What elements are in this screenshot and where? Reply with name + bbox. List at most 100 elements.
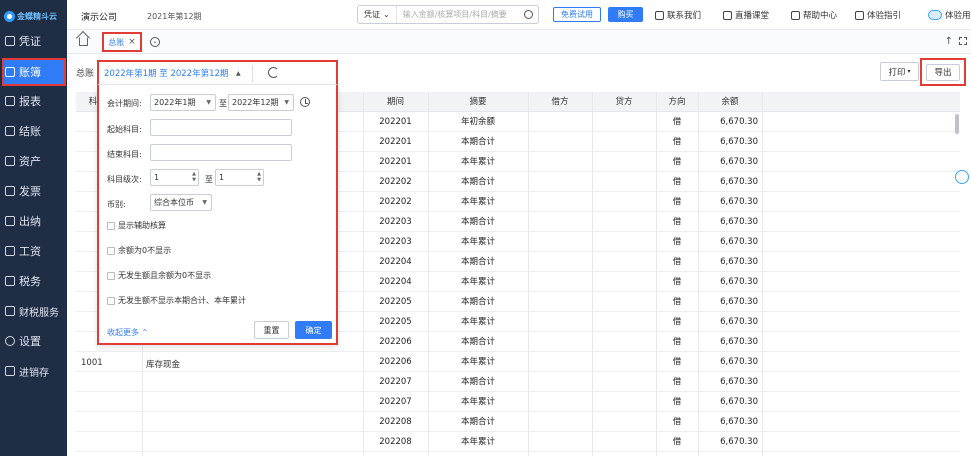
- search-category-select[interactable]: 凭证 ⌄: [358, 6, 397, 23]
- company-name[interactable]: 演示公司: [81, 10, 117, 23]
- cell-debit: [528, 432, 592, 452]
- end-subject-input[interactable]: [150, 144, 292, 161]
- column-divider: [762, 92, 763, 456]
- col-header-balance: 余额: [721, 97, 739, 107]
- currency-label: 币别:: [107, 200, 126, 209]
- checkbox[interactable]: [107, 246, 115, 255]
- close-icon[interactable]: ×: [128, 37, 136, 47]
- user-menu[interactable]: 体验用户⌄: [928, 9, 971, 21]
- sidebar-item-inventory[interactable]: 进销存: [3, 358, 65, 384]
- sidebar-item-payroll[interactable]: 工资: [3, 238, 65, 264]
- column-divider: [698, 92, 699, 456]
- sidebar-item-assets[interactable]: 资产: [3, 148, 65, 174]
- col-header-direction: 方向: [668, 97, 686, 107]
- stepper-arrows-icon[interactable]: ▲ ▼: [192, 171, 196, 183]
- sidebar-item-reports[interactable]: 报表: [3, 88, 65, 114]
- top-bar: 演示公司 2021年第12期 凭证 ⌄ 输入金额/核算项目/科目/摘要 免费试用 …: [67, 0, 971, 30]
- table-row[interactable]: 202206 本年累计 借 6,670.30: [76, 352, 960, 372]
- column-divider: [656, 92, 657, 456]
- cell-direction: 借: [672, 277, 682, 287]
- cell-summary: 本期合计: [460, 177, 495, 187]
- help-center-link[interactable]: 帮助中心: [791, 9, 837, 21]
- currency-select[interactable]: 综合本位币 ▼: [150, 194, 212, 211]
- cell-period: 202205: [379, 297, 412, 307]
- cell-debit: [528, 132, 592, 152]
- refresh-icon[interactable]: [268, 67, 279, 78]
- cell-period: 202204: [379, 257, 412, 267]
- sidebar-item-ledger[interactable]: 账簿: [2, 58, 66, 86]
- guide-link[interactable]: 体验指引: [855, 9, 901, 21]
- hide-totals-no-activity-checkbox[interactable]: 无发生额不显示本期合计、本年累计: [107, 295, 246, 306]
- checkbox[interactable]: [107, 296, 115, 305]
- level-from-stepper[interactable]: 1 ▲ ▼: [150, 169, 199, 186]
- fullscreen-icon[interactable]: [959, 37, 967, 45]
- cell-summary: 本期合计: [460, 257, 495, 267]
- account-name: 库存现金: [146, 360, 181, 370]
- cell-summary: 本年累计: [460, 197, 495, 207]
- stepper-arrows-icon[interactable]: ▲ ▼: [257, 171, 261, 183]
- divider: [252, 65, 253, 82]
- sidebar-item-invoice[interactable]: 发票: [3, 178, 65, 204]
- cell-direction: 借: [672, 297, 682, 307]
- period-from-select[interactable]: 2022年1期 ▼: [150, 94, 216, 111]
- sidebar-item-tax[interactable]: 税务: [3, 268, 65, 294]
- checkbox[interactable]: [107, 221, 115, 230]
- period-to-separator: 至: [219, 99, 227, 108]
- search-input[interactable]: 输入金额/核算项目/科目/摘要: [397, 9, 524, 20]
- column-divider: [363, 92, 364, 456]
- live-class-link[interactable]: 直播课堂: [723, 9, 769, 21]
- confirm-button[interactable]: 确定: [295, 321, 332, 339]
- cell-balance: 6,670.30: [720, 357, 758, 367]
- contact-us-link[interactable]: 联系我们: [655, 9, 701, 21]
- assets-icon: [5, 156, 15, 166]
- search-icon[interactable]: [524, 10, 533, 19]
- hide-zero-balance-checkbox[interactable]: 余额为0不显示: [107, 245, 171, 256]
- sidebar-item-closing[interactable]: 结账: [3, 118, 65, 144]
- filter-panel: 会计期间: 2022年1期 ▼ 至 2022年12期 ▼ 起始科目: 结束科目: 科…: [97, 84, 338, 345]
- reset-button[interactable]: 重置: [254, 321, 289, 339]
- cell-summary: 本年累计: [460, 317, 495, 327]
- sidebar-item-cashier[interactable]: 出纳: [3, 208, 65, 234]
- report-icon: [5, 96, 15, 106]
- cell-credit: [592, 352, 656, 372]
- level-to-stepper[interactable]: 1 ▲ ▼: [215, 169, 264, 186]
- checkbox[interactable]: [107, 271, 115, 280]
- collapse-more-link[interactable]: 收起更多 ⌃: [107, 327, 148, 338]
- table-row[interactable]: 202208 本期合计 借 6,670.30: [76, 412, 960, 432]
- end-subject-label: 结束科目:: [107, 150, 142, 159]
- start-subject-input[interactable]: [150, 119, 292, 136]
- sidebar-item-settings[interactable]: 设置: [3, 328, 65, 354]
- table-scrollbar[interactable]: [955, 114, 959, 134]
- table-row[interactable]: 202207 本期合计 借 6,670.30: [76, 372, 960, 392]
- sidebar-item-voucher[interactable]: 凭证: [3, 28, 65, 54]
- tab-more-icon[interactable]: ⌄: [150, 37, 160, 47]
- clock-icon[interactable]: [300, 97, 310, 107]
- free-trial-button[interactable]: 免费试用: [553, 7, 601, 22]
- print-button[interactable]: 打印 ▾: [880, 62, 919, 81]
- hide-no-activity-zero-checkbox[interactable]: 无发生额且余额为0不显示: [107, 270, 211, 281]
- cell-direction: 借: [672, 377, 682, 387]
- export-button[interactable]: 导出: [920, 58, 966, 86]
- cell-credit: [592, 212, 656, 232]
- cell-credit: [592, 152, 656, 172]
- current-period: 2021年第12期: [147, 12, 202, 21]
- cell-period: 202208: [379, 417, 412, 427]
- period-filter-trigger[interactable]: 2022年第1期 至 2022年第12期 ▲: [97, 60, 338, 86]
- global-search[interactable]: 凭证 ⌄ 输入金额/核算项目/科目/摘要: [357, 5, 539, 24]
- arrow-up-icon[interactable]: ↑: [945, 36, 953, 47]
- table-row[interactable]: 202208 本年累计 借 6,670.30: [76, 432, 960, 452]
- table-row[interactable]: 202207 本年累计 借 6,670.30: [76, 392, 960, 412]
- period-to-select[interactable]: 2022年12期 ▼: [228, 94, 294, 111]
- show-auxiliary-checkbox[interactable]: 显示辅助核算: [107, 220, 166, 231]
- buy-button[interactable]: 购买: [608, 7, 643, 22]
- floating-help-icon[interactable]: [955, 170, 969, 184]
- cell-credit: [592, 112, 656, 132]
- home-icon[interactable]: [79, 37, 88, 46]
- ledger-icon: [5, 67, 15, 77]
- cell-summary: 本年累计: [460, 357, 495, 367]
- cell-period: 202201: [379, 137, 412, 147]
- cell-credit: [592, 272, 656, 292]
- tab-general-ledger[interactable]: 总账 ×: [102, 32, 142, 52]
- sidebar-item-tax-service[interactable]: 财税服务: [3, 298, 65, 324]
- cell-credit: [592, 392, 656, 412]
